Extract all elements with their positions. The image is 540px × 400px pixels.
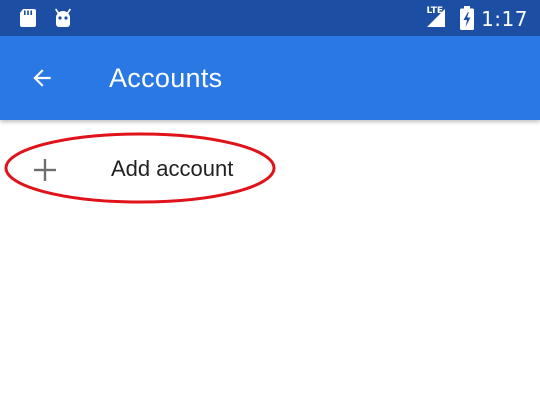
status-bar: LTE 1:17	[0, 0, 540, 36]
battery-charging-icon	[460, 6, 474, 30]
sd-card-icon	[20, 9, 36, 27]
arrow-back-icon	[33, 69, 51, 87]
add-account-label: Add account	[111, 156, 234, 181]
signal-icon	[427, 9, 445, 27]
add-account-row[interactable]: Add account	[0, 134, 540, 206]
android-debug-icon	[55, 8, 71, 27]
clock: 1:17	[481, 7, 528, 31]
back-button[interactable]	[22, 58, 62, 98]
page-title: Accounts	[109, 63, 223, 93]
app-bar: Accounts	[0, 36, 540, 120]
plus-icon	[34, 159, 56, 181]
accounts-list: Add account	[0, 120, 540, 400]
